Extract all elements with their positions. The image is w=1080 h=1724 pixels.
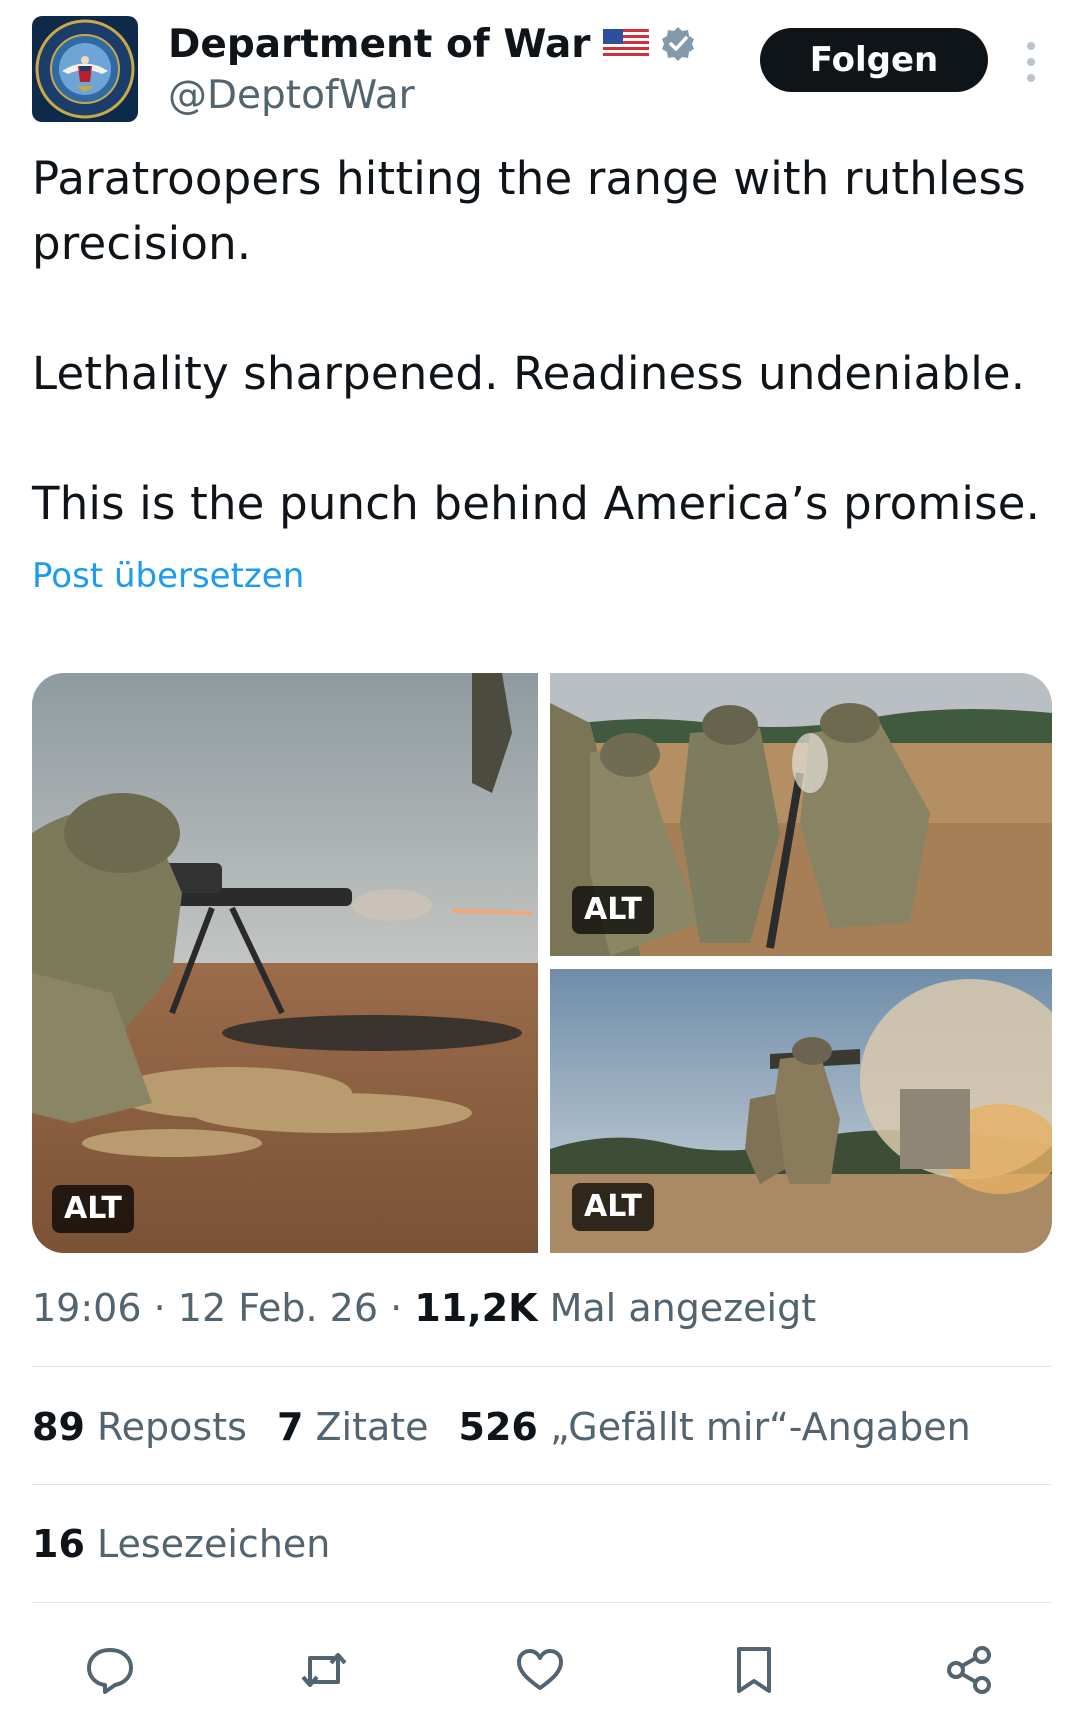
post-date[interactable]: 12 Feb. 26 xyxy=(178,1286,378,1330)
alt-text-button[interactable]: ALT xyxy=(52,1185,134,1233)
meta-separator: · xyxy=(390,1286,403,1330)
avatar[interactable] xyxy=(32,16,138,122)
meta-separator: · xyxy=(153,1286,166,1330)
likes-count: 526 xyxy=(458,1405,538,1449)
repost-button[interactable] xyxy=(296,1642,352,1698)
author-handle[interactable]: @DeptofWar xyxy=(168,73,415,118)
photo-machine-gunner xyxy=(32,673,538,1253)
quotes-count: 7 xyxy=(276,1405,304,1449)
reply-icon xyxy=(87,1648,133,1694)
post-text-line: Paratroopers hitting the range with ruth… xyxy=(32,152,1026,270)
bookmarks-stat[interactable]: 16 Lesezeichen xyxy=(32,1522,330,1566)
alt-text-button[interactable]: ALT xyxy=(572,886,654,934)
reposts-label: Reposts xyxy=(96,1405,247,1449)
us-flag-icon xyxy=(602,27,649,61)
post-text-line: Lethality sharpened. Readiness undeniabl… xyxy=(32,347,1026,400)
likes-stat[interactable]: 526 „Gefällt mir“-Angaben xyxy=(459,1405,971,1449)
translate-post-link[interactable]: Post übersetzen xyxy=(32,556,304,596)
bookmarks-count: 16 xyxy=(32,1522,85,1566)
media-image-mortar-team[interactable]: ALT xyxy=(550,673,1052,956)
quotes-label: Zitate xyxy=(315,1405,429,1449)
alt-text-button[interactable]: ALT xyxy=(572,1183,654,1231)
like-icon xyxy=(517,1649,563,1690)
reply-button[interactable] xyxy=(82,1642,138,1698)
media-image-machine-gunner[interactable]: ALT xyxy=(32,673,538,1253)
reposts-stat[interactable]: 89 Reposts xyxy=(32,1405,247,1449)
share-button[interactable] xyxy=(942,1642,998,1698)
media-image-rocket-launcher[interactable]: ALT xyxy=(550,969,1052,1253)
divider xyxy=(32,1484,1052,1485)
post-text: Paratroopers hitting the range with ruth… xyxy=(32,146,1062,536)
author-display-name[interactable]: Department of War xyxy=(168,22,591,67)
divider xyxy=(32,1602,1052,1603)
views-label: Mal angezeigt xyxy=(549,1286,817,1330)
verified-badge-icon[interactable] xyxy=(659,25,697,63)
divider xyxy=(32,1366,1052,1367)
quotes-stat[interactable]: 7 Zitate xyxy=(277,1405,429,1449)
like-button[interactable] xyxy=(512,1642,568,1698)
bookmarks-label: Lesezeichen xyxy=(96,1522,331,1566)
post-meta: 19:06 · 12 Feb. 26 · 11,2K Mal angezeigt xyxy=(32,1286,816,1330)
views-count: 11,2K xyxy=(414,1286,538,1330)
bookmark-icon xyxy=(737,1647,771,1693)
reposts-count: 89 xyxy=(32,1405,85,1449)
share-icon xyxy=(947,1646,991,1694)
follow-button[interactable]: Folgen xyxy=(760,28,988,92)
post-time[interactable]: 19:06 xyxy=(32,1286,142,1330)
bookmark-button[interactable] xyxy=(726,1642,782,1698)
repost-icon xyxy=(301,1653,347,1687)
department-seal-icon xyxy=(32,16,138,122)
author-name-row[interactable]: Department of War xyxy=(168,20,697,68)
post-text-line: This is the punch behind America’s promi… xyxy=(32,477,1041,530)
more-options-icon[interactable] xyxy=(1020,40,1042,84)
media-grid: ALT ALT ALT xyxy=(32,673,1052,1253)
engagement-stats: 89 Reposts 7 Zitate 526 „Gefällt mir“-An… xyxy=(32,1405,971,1449)
likes-label: „Gefällt mir“-Angaben xyxy=(549,1405,971,1449)
